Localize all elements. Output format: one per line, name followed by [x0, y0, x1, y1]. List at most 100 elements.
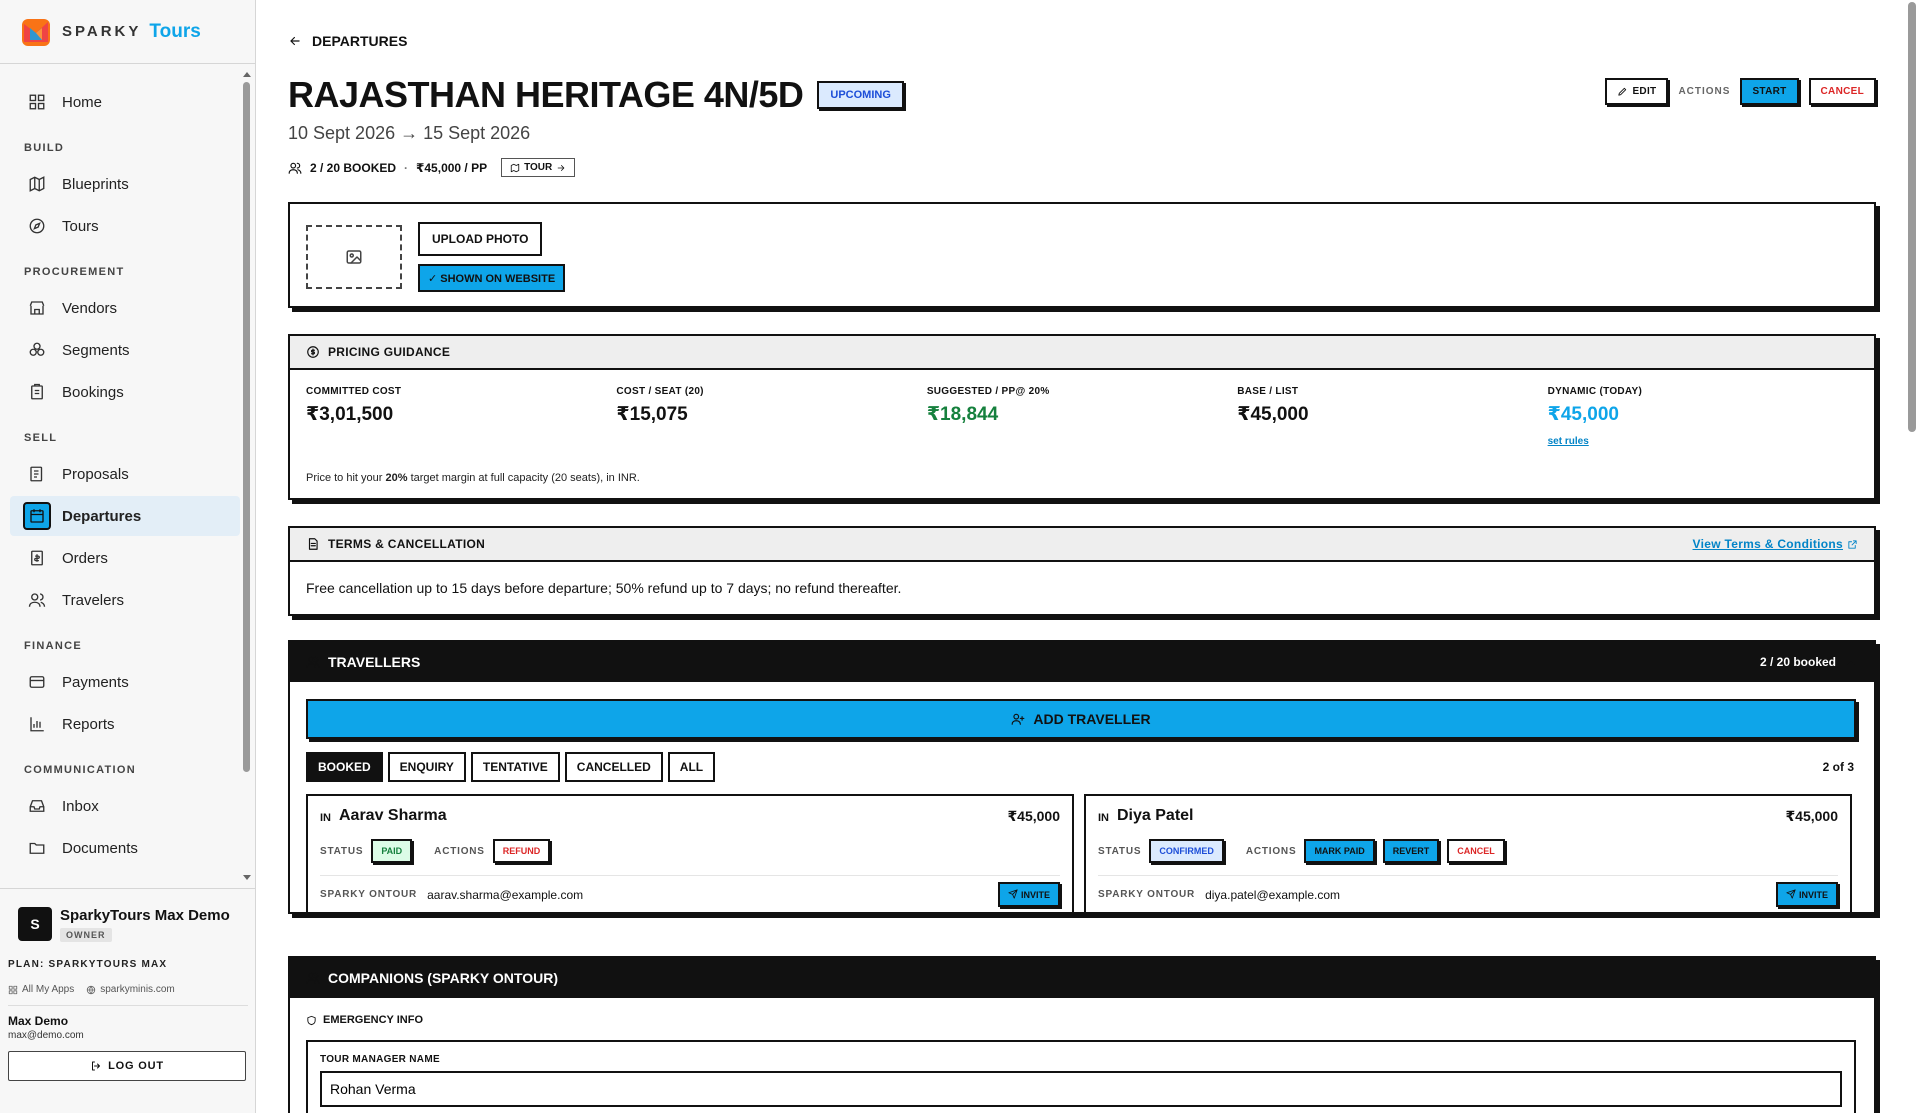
ontour-label: SPARKY ONTOUR [1098, 889, 1196, 900]
sidebar-item-travelers[interactable]: Travelers [10, 580, 240, 620]
price-per-person: ₹45,000 / PP [416, 160, 488, 175]
sidebar-item-inbox[interactable]: Inbox [10, 786, 240, 826]
status-badge: UPCOMING [817, 81, 904, 109]
metric-value: ₹3,01,500 [306, 404, 394, 425]
tab-enquiry[interactable]: ENQUIRY [387, 752, 466, 782]
sparky-logo-icon [20, 16, 52, 48]
add-traveller-button[interactable]: ADD TRAVELLER [306, 699, 1856, 739]
nav-section-communication: COMMUNICATION [24, 764, 137, 776]
invite-button[interactable]: INVITE [998, 882, 1060, 907]
map-icon [510, 163, 520, 172]
invite-button[interactable]: INVITE [1776, 882, 1838, 907]
user-email: max@demo.com [8, 1030, 84, 1041]
tour-link-label: TOUR [524, 162, 553, 173]
sidebar-footer: S SparkyTours Max Demo OWNER PLAN: SPARK… [0, 888, 256, 1081]
terms-title: TERMS & CANCELLATION [328, 537, 486, 551]
invite-label: INVITE [1020, 890, 1050, 900]
nav-section-procurement: PROCUREMENT [24, 266, 125, 278]
add-traveller-label: ADD TRAVELLER [1033, 711, 1151, 727]
clipboard-icon [31, 383, 43, 400]
logout-button[interactable]: LOG OUT [8, 1051, 246, 1081]
traveller-header: IN Aarav Sharma ₹45,000 [320, 796, 1060, 836]
actions-label: ACTIONS [434, 845, 485, 857]
view-terms-link[interactable]: View Terms & Conditions [1693, 537, 1858, 551]
sidebar-item-label: Proposals [62, 465, 129, 483]
metric-label: COMMITTED COST [306, 386, 402, 397]
travellers-header[interactable]: TRAVELLERS 2 / 20 booked [290, 642, 1874, 682]
sidebar-item-blueprints[interactable]: Blueprints [10, 164, 240, 204]
site-link[interactable]: sparkyminis.com [86, 984, 175, 995]
chevron-up-icon[interactable] [1844, 655, 1858, 669]
sidebar-item-payments[interactable]: Payments [10, 662, 240, 702]
scrollbar-thumb[interactable] [243, 82, 250, 772]
sidebar-item-segments[interactable]: Segments [10, 330, 240, 370]
metric-suggested: SUGGESTED / PP@ 20% ₹18,844 [927, 386, 1237, 449]
all-apps-link[interactable]: All My Apps [8, 984, 74, 995]
refund-button[interactable]: REFUND [492, 839, 551, 863]
traveller-status-row: STATUS CONFIRMED ACTIONS MARK PAID REVER… [1098, 836, 1838, 866]
cancel-departure-button[interactable]: CANCEL [1808, 78, 1876, 105]
sidebar-item-label: Vendors [62, 299, 118, 317]
sidebar-item-documents[interactable]: Documents [10, 828, 240, 868]
photo-placeholder[interactable] [306, 225, 402, 289]
edit-button[interactable]: EDIT [1605, 78, 1669, 105]
back-link[interactable]: DEPARTURES [288, 33, 407, 49]
scrollbar-thumb[interactable] [1908, 2, 1916, 432]
sidebar-item-vendors[interactable]: Vendors [10, 288, 240, 328]
sidebar-item-bookings[interactable]: Bookings [10, 372, 240, 412]
tour-manager-input[interactable] [320, 1071, 1842, 1107]
sidebar-item-label: Departures [62, 507, 142, 525]
users-icon [306, 656, 320, 668]
credit-card-icon [29, 676, 45, 688]
sidebar-item-home[interactable]: Home [10, 82, 240, 122]
pricing-note: Price to hit your 20% target margin at f… [306, 472, 640, 484]
set-rules-link[interactable]: set rules [1548, 436, 1589, 447]
dollar-circle-icon [307, 346, 319, 358]
arrow-left-icon [290, 36, 300, 46]
metric-committed-cost: COMMITTED COST ₹3,01,500 [306, 386, 616, 449]
mark-paid-button[interactable]: MARK PAID [1304, 839, 1375, 863]
edit-label: EDIT [1632, 86, 1657, 97]
tab-tentative[interactable]: TENTATIVE [470, 752, 560, 782]
companions-header[interactable]: COMPANIONS (SPARKY ONTOUR) [290, 958, 1874, 998]
brand[interactable]: SPARKY Tours [0, 0, 255, 64]
traveller-count: 2 of 3 [1822, 760, 1854, 774]
metric-value: ₹15,075 [616, 404, 688, 425]
status-badge: CONFIRMED [1149, 839, 1224, 863]
terms-link-label: View Terms & Conditions [1692, 537, 1843, 551]
sidebar-item-label: Home [62, 93, 103, 111]
shown-on-website-toggle[interactable]: ✓ SHOWN ON WEBSITE [418, 264, 566, 292]
page-scrollbar[interactable] [1902, 0, 1920, 1113]
upload-photo-button[interactable]: UPLOAD PHOTO [418, 222, 543, 256]
sidebar-item-departures[interactable]: Departures [10, 496, 240, 536]
brand-name: SPARKY [62, 23, 142, 40]
nav-section-build: BUILD [24, 142, 65, 154]
tab-booked[interactable]: BOOKED [306, 752, 383, 782]
org-switcher[interactable]: S SparkyTours Max Demo OWNER [8, 907, 248, 943]
sidebar-item-reports[interactable]: Reports [10, 704, 240, 744]
pricing-metrics: COMMITTED COST ₹3,01,500 COST / SEAT (20… [306, 386, 1858, 449]
sidebar-item-proposals[interactable]: Proposals [10, 454, 240, 494]
cancel-traveller-button[interactable]: CANCEL [1447, 839, 1505, 863]
footer-links: All My Apps sparkyminis.com [8, 984, 248, 1006]
sidebar-item-label: Inbox [62, 797, 99, 815]
scroll-down-icon[interactable] [243, 875, 251, 880]
external-link-icon [1848, 539, 1857, 549]
metric-label: COST / SEAT (20) [616, 386, 704, 397]
tour-link[interactable]: TOUR [501, 158, 576, 177]
scroll-up-icon[interactable] [243, 72, 251, 77]
sidebar-item-orders[interactable]: Orders [10, 538, 240, 578]
start-button[interactable]: START [1740, 78, 1799, 105]
nav-section-finance: FINANCE [24, 640, 82, 652]
metric-value: ₹45,000 [1547, 404, 1619, 425]
all-apps-label: All My Apps [22, 984, 75, 995]
revert-button[interactable]: REVERT [1382, 839, 1440, 863]
tab-all[interactable]: ALL [667, 752, 716, 782]
sidebar-item-label: Tours [62, 217, 99, 235]
avatar: S [18, 907, 52, 941]
document-list-icon [30, 466, 43, 482]
sidebar-item-tours[interactable]: Tours [10, 206, 240, 246]
sidebar-scrollbar[interactable] [243, 72, 251, 880]
traveller-name: Aarav Sharma [339, 807, 447, 824]
tab-cancelled[interactable]: CANCELLED [564, 752, 663, 782]
